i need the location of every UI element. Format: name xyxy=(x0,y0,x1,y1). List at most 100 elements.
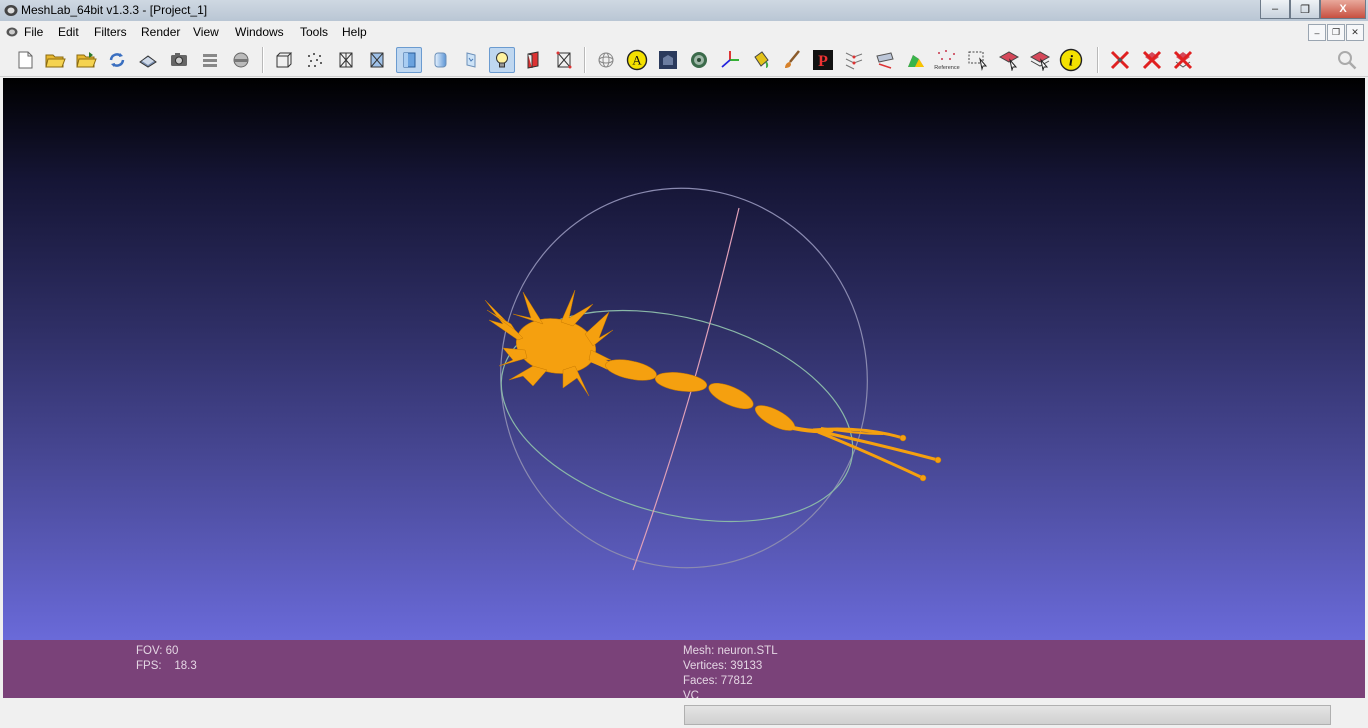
doc-close-button[interactable]: ✕ xyxy=(1346,24,1364,41)
export-mesh-button[interactable] xyxy=(135,47,161,73)
pick-points-icon: P xyxy=(813,50,833,70)
measure-icon xyxy=(876,52,894,69)
main-toolbar: A P Reference i xyxy=(0,43,1368,77)
new-project-button[interactable] xyxy=(12,47,38,73)
face-count: Faces: 77812 xyxy=(683,675,753,687)
snapshot-icon xyxy=(171,53,187,66)
points-button[interactable] xyxy=(302,47,328,73)
window-title: MeshLab_64bit v1.3.3 - [Project_1] xyxy=(21,3,208,17)
brush-button[interactable] xyxy=(779,47,805,73)
window-controls: – ❐ X xyxy=(1260,0,1366,19)
snapshot-button[interactable] xyxy=(166,47,192,73)
menu-bar: File Edit Filters Render View Windows To… xyxy=(0,22,1368,42)
document-icon xyxy=(6,27,18,37)
select-vertices-icon xyxy=(968,51,988,71)
reference-icon-label: Reference xyxy=(934,65,959,71)
delete-selection-icon xyxy=(1110,50,1130,70)
pick-points-button[interactable]: P xyxy=(810,47,836,73)
measure-button[interactable] xyxy=(872,47,898,73)
annotation-icon-label: A xyxy=(632,53,642,68)
menu-filters[interactable]: Filters xyxy=(94,25,127,39)
toolbar-separator xyxy=(584,47,586,73)
document-window-controls: – ❐ ✕ xyxy=(1308,24,1364,41)
paint-bucket-icon xyxy=(754,51,769,68)
texture-button[interactable] xyxy=(458,47,484,73)
hidden-lines-icon xyxy=(370,52,384,68)
open-project-button[interactable] xyxy=(42,47,68,73)
fps-readout: FPS: 18.3 xyxy=(136,660,197,672)
info-icon: i xyxy=(1059,48,1083,72)
select-faces-icon xyxy=(998,51,1020,71)
menu-windows[interactable]: Windows xyxy=(235,25,284,39)
menu-help[interactable]: Help xyxy=(342,25,367,39)
layers-button[interactable] xyxy=(197,47,223,73)
import-mesh-button[interactable] xyxy=(73,47,99,73)
hidden-lines-button[interactable] xyxy=(364,47,390,73)
import-mesh-icon xyxy=(76,52,97,68)
select-connected-button[interactable] xyxy=(1027,47,1053,73)
toolbar-separator xyxy=(262,47,264,73)
axis-button[interactable] xyxy=(717,47,743,73)
trackball-button[interactable] xyxy=(593,47,619,73)
maximize-button[interactable]: ❐ xyxy=(1290,0,1320,19)
open-project-icon xyxy=(45,54,66,68)
selected-faces-icon xyxy=(556,51,572,69)
ambient-occlusion-icon xyxy=(691,52,707,68)
neuron-mesh xyxy=(484,289,942,482)
raster-icon xyxy=(233,52,249,68)
delete-faces-button[interactable] xyxy=(1139,47,1165,73)
info-button[interactable]: i xyxy=(1058,47,1084,73)
menu-view[interactable]: View xyxy=(193,25,219,39)
pick-points-icon-label: P xyxy=(818,53,828,70)
new-project-icon xyxy=(18,51,33,69)
menu-edit[interactable]: Edit xyxy=(58,25,79,39)
raster-image-icon xyxy=(659,51,677,69)
paint-bucket-button[interactable] xyxy=(748,47,774,73)
texture-icon xyxy=(466,52,476,68)
smooth-shading-icon xyxy=(434,52,447,68)
ambient-occlusion-button[interactable] xyxy=(686,47,712,73)
vertex-count: Vertices: 39133 xyxy=(683,660,763,672)
delete-vertices-button[interactable] xyxy=(1170,47,1196,73)
minimize-button[interactable]: – xyxy=(1260,0,1290,19)
bounding-box-icon xyxy=(276,52,293,68)
doc-minimize-button[interactable]: – xyxy=(1308,24,1326,41)
bounding-box-button[interactable] xyxy=(271,47,297,73)
color-button[interactable] xyxy=(903,47,929,73)
reload-button[interactable] xyxy=(104,47,130,73)
wireframe-button[interactable] xyxy=(333,47,359,73)
select-vertices-button[interactable] xyxy=(965,47,991,73)
reference-button[interactable]: Reference xyxy=(934,47,960,73)
flat-shading-icon xyxy=(403,52,416,68)
reload-icon xyxy=(109,53,125,67)
close-button[interactable]: X xyxy=(1320,0,1366,19)
menu-render[interactable]: Render xyxy=(141,25,180,39)
delete-selection-button[interactable] xyxy=(1107,47,1133,73)
reference-icon: Reference xyxy=(934,50,960,71)
raster-image-button[interactable] xyxy=(655,47,681,73)
light-button[interactable] xyxy=(489,47,515,73)
smooth-shading-button[interactable] xyxy=(427,47,453,73)
flat-shading-button[interactable] xyxy=(396,47,422,73)
scene-canvas xyxy=(484,187,942,571)
search-button[interactable] xyxy=(1334,47,1360,73)
select-faces-button[interactable] xyxy=(996,47,1022,73)
mesh-name: Mesh: neuron.STL xyxy=(683,645,778,657)
back-face-icon xyxy=(527,51,539,69)
doc-restore-button[interactable]: ❐ xyxy=(1327,24,1345,41)
selected-faces-button[interactable] xyxy=(551,47,577,73)
menu-file[interactable]: File xyxy=(24,25,43,39)
brush-icon xyxy=(785,50,800,68)
delete-vertices-icon xyxy=(1173,50,1193,70)
export-mesh-icon xyxy=(139,55,157,68)
3d-viewport[interactable] xyxy=(3,78,1365,640)
progress-bar xyxy=(684,705,1331,725)
align-button[interactable] xyxy=(841,47,867,73)
raster-button[interactable] xyxy=(228,47,254,73)
menu-tools[interactable]: Tools xyxy=(300,25,328,39)
axis-icon xyxy=(721,51,739,68)
annotation-icon: A xyxy=(626,49,648,71)
back-face-button[interactable] xyxy=(520,47,546,73)
annotation-button[interactable]: A xyxy=(624,47,650,73)
toolbar-separator xyxy=(1097,47,1099,73)
